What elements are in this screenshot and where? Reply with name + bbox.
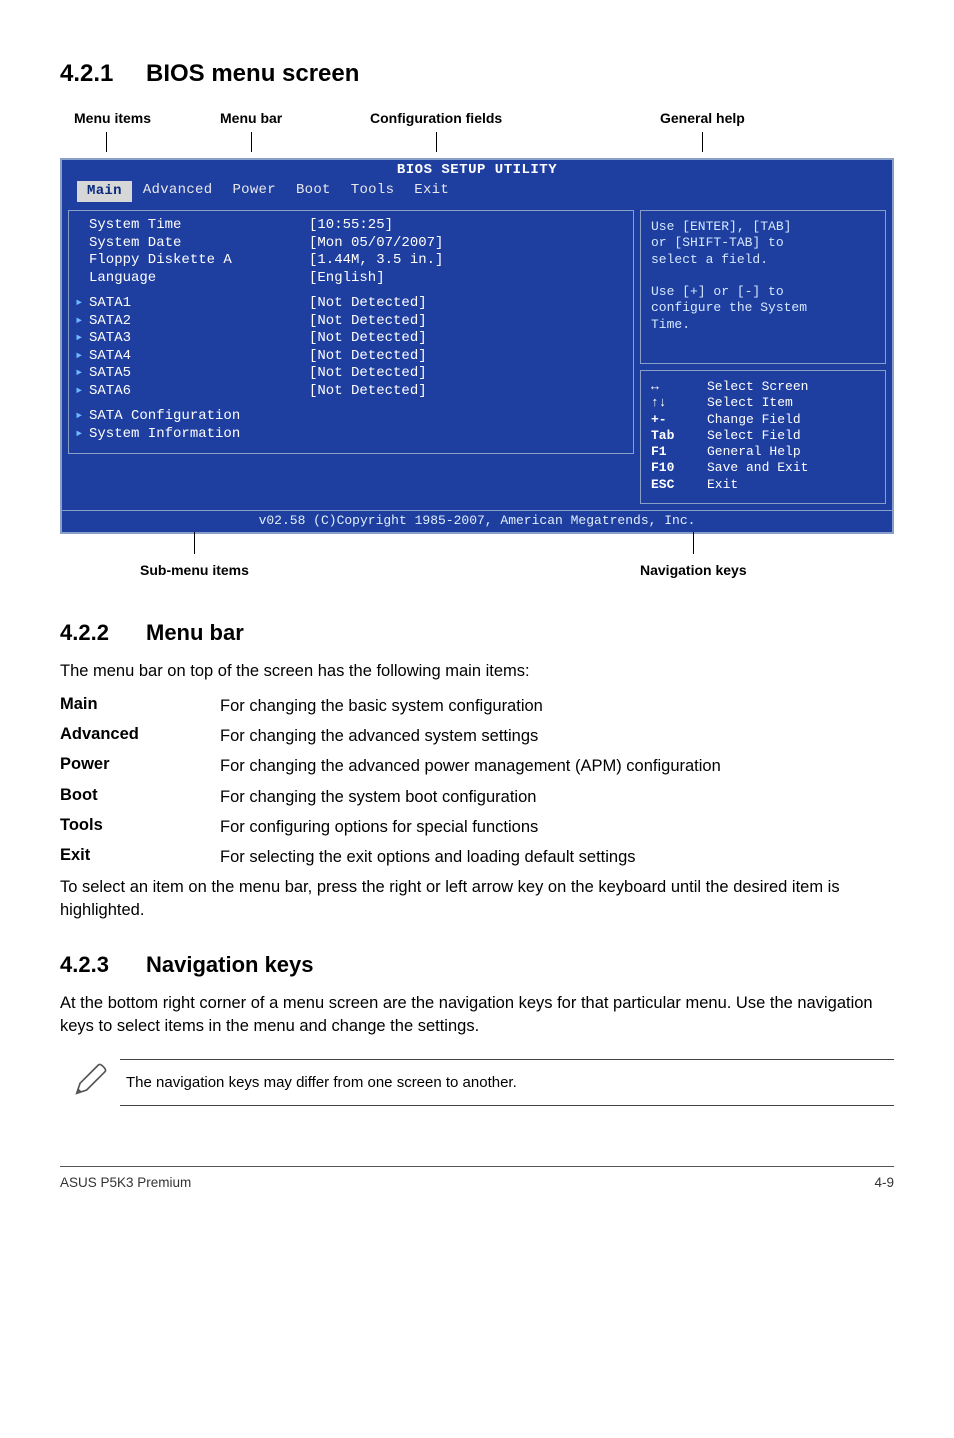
submenu-sata6[interactable]: ▸SATA6[Not Detected] xyxy=(75,383,629,401)
bios-tab-tools[interactable]: Tools xyxy=(341,180,405,204)
pencil-icon xyxy=(60,1060,120,1105)
annot-navkeys: Navigation keys xyxy=(640,562,747,578)
menubar-outro: To select an item on the menu bar, press… xyxy=(60,876,894,922)
annot-config-fields: Configuration fields xyxy=(370,110,502,126)
bottom-annotations: Sub-menu items Navigation keys xyxy=(60,534,894,590)
top-annotations: Menu items Menu bar Configuration fields… xyxy=(60,110,894,158)
menubar-table: MainFor changing the basic system config… xyxy=(60,695,894,869)
heading-423: 4.2.3Navigation keys xyxy=(60,952,894,978)
submenu-system-info[interactable]: ▸System Information xyxy=(75,426,629,444)
bios-tab-power[interactable]: Power xyxy=(222,180,286,204)
bios-help-panel: Use [ENTER], [TAB] or [SHIFT-TAB] to sel… xyxy=(640,210,886,364)
submenu-sata5[interactable]: ▸SATA5[Not Detected] xyxy=(75,365,629,383)
annot-menu-bar: Menu bar xyxy=(220,110,282,126)
field-floppy[interactable]: Floppy Diskette A[1.44M, 3.5 in.] xyxy=(75,252,629,270)
bios-tab-advanced[interactable]: Advanced xyxy=(133,180,223,204)
arrows-ud-icon: ↑↓ xyxy=(651,395,707,411)
annot-general-help: General help xyxy=(660,110,745,126)
bios-tab-exit[interactable]: Exit xyxy=(404,180,459,204)
note-text: The navigation keys may differ from one … xyxy=(120,1059,894,1106)
field-system-time[interactable]: System Time[10:55:25] xyxy=(75,217,629,235)
field-system-date[interactable]: System Date[Mon 05/07/2007] xyxy=(75,235,629,253)
heading-421: 4.2.1BIOS menu screen xyxy=(60,60,894,88)
bios-nav-keys: ↔Select Screen ↑↓Select Item +-Change Fi… xyxy=(640,370,886,504)
footer-page: 4-9 xyxy=(874,1175,894,1190)
bios-screenshot: BIOS SETUP UTILITY Main Advanced Power B… xyxy=(60,158,894,534)
page-footer: ASUS P5K3 Premium 4-9 xyxy=(60,1166,894,1190)
bios-title: BIOS SETUP UTILITY xyxy=(62,160,892,180)
field-language[interactable]: Language[English] xyxy=(75,270,629,288)
menubar-intro: The menu bar on top of the screen has th… xyxy=(60,660,894,683)
bios-tab-main[interactable]: Main xyxy=(76,180,133,204)
bios-footer: v02.58 (C)Copyright 1985-2007, American … xyxy=(62,510,892,532)
footer-product: ASUS P5K3 Premium xyxy=(60,1175,191,1190)
arrows-lr-icon: ↔ xyxy=(651,379,707,395)
submenu-sata2[interactable]: ▸SATA2[Not Detected] xyxy=(75,313,629,331)
annot-submenu: Sub-menu items xyxy=(140,562,249,578)
note-box: The navigation keys may differ from one … xyxy=(60,1059,894,1106)
annot-menu-items: Menu items xyxy=(74,110,151,126)
submenu-sata4[interactable]: ▸SATA4[Not Detected] xyxy=(75,348,629,366)
bios-menu-bar: Main Advanced Power Boot Tools Exit xyxy=(62,180,892,208)
submenu-sata3[interactable]: ▸SATA3[Not Detected] xyxy=(75,330,629,348)
navkeys-intro: At the bottom right corner of a menu scr… xyxy=(60,992,894,1038)
submenu-sata1[interactable]: ▸SATA1[Not Detected] xyxy=(75,295,629,313)
bios-tab-boot[interactable]: Boot xyxy=(286,180,341,204)
submenu-sata-config[interactable]: ▸SATA Configuration xyxy=(75,408,629,426)
heading-422: 4.2.2Menu bar xyxy=(60,620,894,646)
bios-main-panel: System Time[10:55:25] System Date[Mon 05… xyxy=(68,210,634,454)
